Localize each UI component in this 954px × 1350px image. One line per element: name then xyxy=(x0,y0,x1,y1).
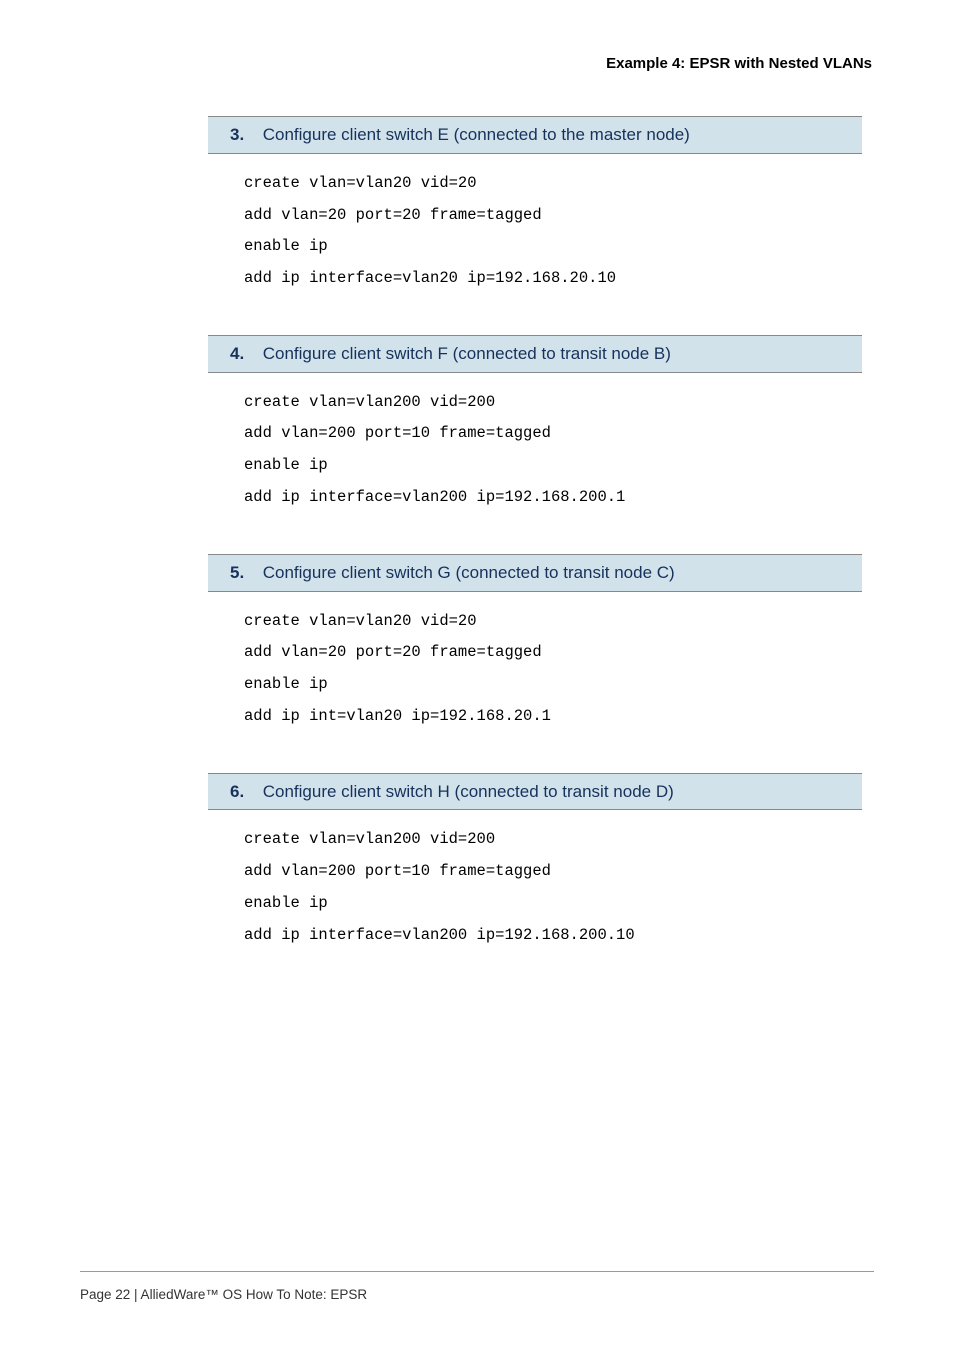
code-block-5: create vlan=vlan20 vid=20 add vlan=20 po… xyxy=(208,592,862,747)
step-heading-6: 6. Configure client switch H (connected … xyxy=(208,773,862,811)
step-heading-3: 3. Configure client switch E (connected … xyxy=(208,116,862,154)
footer-rule xyxy=(80,1271,874,1272)
page: Example 4: EPSR with Nested VLANs 3. Con… xyxy=(0,0,954,1350)
code-block-6: create vlan=vlan200 vid=200 add vlan=200… xyxy=(208,810,862,965)
step-number: 4. xyxy=(230,342,258,366)
content-area: 3. Configure client switch E (connected … xyxy=(208,116,862,965)
step-number: 5. xyxy=(230,561,258,585)
step-heading-4: 4. Configure client switch F (connected … xyxy=(208,335,862,373)
header-title: Example 4: EPSR with Nested VLANs xyxy=(80,55,874,72)
code-block-3: create vlan=vlan20 vid=20 add vlan=20 po… xyxy=(208,154,862,309)
step-title: Configure client switch E (connected to … xyxy=(263,125,690,144)
code-block-4: create vlan=vlan200 vid=200 add vlan=200… xyxy=(208,373,862,528)
step-number: 6. xyxy=(230,780,258,804)
step-title: Configure client switch G (connected to … xyxy=(263,563,675,582)
step-title: Configure client switch F (connected to … xyxy=(263,344,671,363)
step-number: 3. xyxy=(230,123,258,147)
step-heading-5: 5. Configure client switch G (connected … xyxy=(208,554,862,592)
step-title: Configure client switch H (connected to … xyxy=(263,782,674,801)
footer-text: Page 22 | AlliedWare™ OS How To Note: EP… xyxy=(80,1287,367,1302)
